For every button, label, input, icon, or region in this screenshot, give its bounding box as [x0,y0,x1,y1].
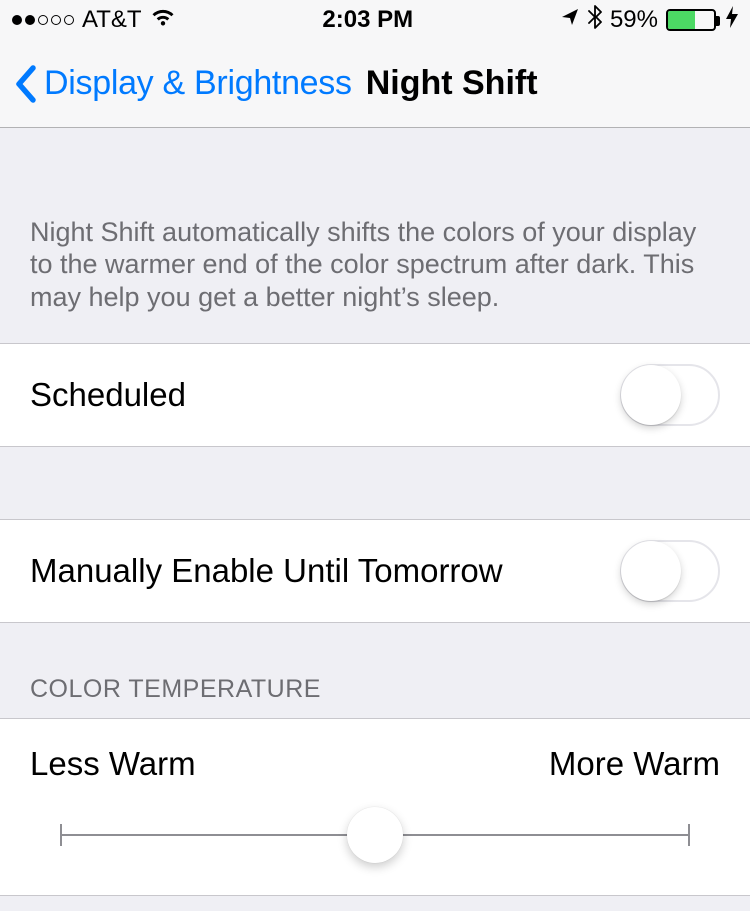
color-temperature-header: COLOR TEMPERATURE [0,623,750,718]
spacer [0,447,750,519]
bluetooth-icon [588,5,602,36]
status-left: AT&T [12,6,176,34]
color-temperature-row: Less Warm More Warm [0,718,750,896]
status-right: 59% [560,5,738,36]
manual-enable-row: Manually Enable Until Tomorrow [0,520,750,622]
slider-labels: Less Warm More Warm [30,745,720,783]
slider-knob[interactable] [347,807,403,863]
signal-strength-icon [12,15,74,25]
back-chevron-icon[interactable] [14,64,38,104]
scheduled-toggle[interactable] [620,364,720,426]
battery-pct-label: 59% [610,6,658,34]
manual-enable-toggle[interactable] [620,540,720,602]
page-title: Night Shift [366,64,538,103]
color-temperature-slider[interactable] [60,805,690,865]
navigation-bar: Display & Brightness Night Shift [0,40,750,128]
intro-description: Night Shift automatically shifts the col… [0,128,750,343]
wifi-icon [150,6,176,34]
more-warm-label: More Warm [549,745,720,783]
scheduled-group: Scheduled [0,343,750,447]
status-bar: AT&T 2:03 PM 59% [0,0,750,40]
less-warm-label: Less Warm [30,745,196,783]
carrier-label: AT&T [82,6,142,34]
charging-icon [726,6,738,34]
back-button[interactable]: Display & Brightness [44,64,352,103]
scheduled-row: Scheduled [0,344,750,446]
battery-icon [666,9,716,31]
manual-enable-group: Manually Enable Until Tomorrow [0,519,750,623]
manual-enable-label: Manually Enable Until Tomorrow [30,552,503,590]
location-icon [560,6,580,34]
scheduled-label: Scheduled [30,376,186,414]
status-time: 2:03 PM [322,6,413,34]
